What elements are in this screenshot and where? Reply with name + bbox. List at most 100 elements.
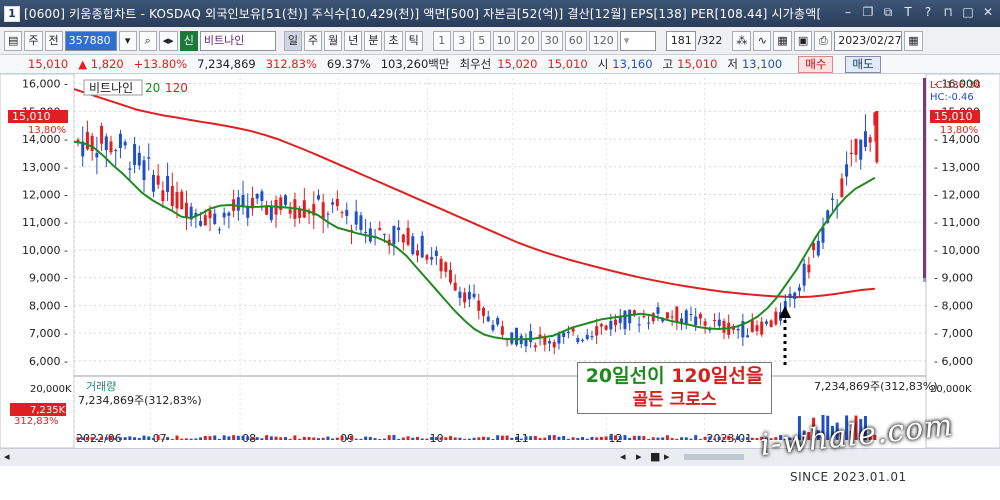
candle-body	[208, 210, 212, 219]
chart-toolbar: ▤ 주 전 357880 ▾ ⌕ ◂▸ 신 비트나인 일 주 월 년 분 초 틱…	[0, 27, 1000, 55]
legend-ma120: 120	[165, 81, 188, 95]
hc-label: HC:-0.46	[930, 92, 974, 103]
minute-120[interactable]: 120	[588, 30, 618, 51]
chart-menu-icon[interactable]: ▤	[4, 30, 23, 51]
candle-body	[595, 326, 599, 336]
minute-20[interactable]: 20	[516, 30, 539, 51]
candle-body	[816, 240, 820, 256]
volume-bar	[298, 438, 302, 440]
volume-bar	[227, 436, 231, 440]
volume-bar	[519, 438, 523, 440]
sell-button[interactable]: 매도	[845, 55, 881, 73]
maximize-icon[interactable]: □	[960, 4, 976, 20]
pin-icon[interactable]: ⊓	[940, 4, 956, 20]
restore-icon[interactable]: ❐	[860, 4, 876, 20]
volume-bar	[151, 438, 155, 440]
window-number[interactable]: 1	[4, 5, 20, 22]
minute-5[interactable]: 5	[472, 30, 491, 51]
candle-body	[458, 291, 462, 298]
search-icon[interactable]: ⌕	[138, 30, 157, 51]
candle-body	[604, 325, 608, 330]
candle-body	[482, 307, 486, 316]
volume-bar	[236, 435, 240, 440]
minute-30[interactable]: 30	[540, 30, 563, 51]
code-dropdown-icon[interactable]: ▾	[118, 30, 137, 51]
scroll-left-icon[interactable]: ◂	[4, 450, 10, 463]
font-icon[interactable]: T	[900, 4, 916, 20]
low-label: 저	[727, 57, 738, 71]
price-chart[interactable]: 16,000 -15,000 -14,000 -13,000 -12,000 -…	[0, 73, 1000, 454]
lc-label: LC:136.38	[930, 80, 981, 91]
volume-bar	[510, 437, 514, 440]
count-input[interactable]: 181	[665, 30, 696, 51]
buy-button[interactable]: 매수	[798, 55, 834, 73]
candle-body	[128, 168, 132, 170]
minute-60[interactable]: 60	[564, 30, 587, 51]
period-minute[interactable]: 분	[364, 30, 383, 51]
high-label: 고	[662, 57, 674, 71]
volume-bar	[217, 438, 221, 440]
stop-icon[interactable]: ■	[650, 450, 660, 463]
period-day[interactable]: 일	[283, 30, 302, 51]
volume-bar	[665, 435, 669, 440]
candle-body	[515, 327, 519, 345]
drag-icon[interactable]: ⁂	[732, 30, 752, 51]
volume-bar	[335, 437, 339, 440]
volume-bar	[736, 436, 740, 440]
sound-icon[interactable]: ◂▸	[158, 30, 178, 51]
y-tick-right: - 6,000	[934, 355, 973, 368]
calendar-icon[interactable]: ▦	[904, 30, 923, 51]
candle-body	[100, 125, 104, 144]
mode-select-1[interactable]: 주	[24, 30, 43, 51]
help-icon[interactable]: ?	[920, 4, 936, 20]
period-tick[interactable]: 틱	[404, 30, 423, 51]
zoom-slider[interactable]	[684, 454, 744, 460]
minute-1[interactable]: 1	[432, 30, 451, 51]
volume-bar	[661, 437, 665, 440]
candle-body	[760, 321, 764, 335]
volume-text-left: 7,234,869주(312,83%)	[78, 394, 202, 407]
period-year[interactable]: 년	[344, 30, 363, 51]
volume-bar	[425, 438, 429, 440]
candle-body	[854, 138, 858, 155]
indicator-icon[interactable]: ∿	[753, 30, 772, 51]
tile-icon[interactable]: ⧉	[880, 4, 896, 20]
grid-icon[interactable]: ▦	[773, 30, 792, 51]
minute-10[interactable]: 10	[492, 30, 515, 51]
candle-body	[585, 334, 589, 339]
volume-bar	[288, 438, 292, 440]
current-price-label-right: 15,010	[934, 110, 973, 123]
volume-bar	[302, 436, 306, 440]
close-icon[interactable]: ✕	[980, 4, 996, 20]
candle-body	[420, 235, 424, 258]
print-icon[interactable]: ⎙	[814, 30, 833, 51]
play-back-icon[interactable]: ◂	[620, 450, 626, 463]
period-week[interactable]: 주	[303, 30, 323, 51]
candle-body	[463, 292, 467, 303]
volume-bar	[354, 438, 358, 440]
volume-bar	[741, 438, 745, 440]
y-tick-left: 16,000 -	[22, 78, 68, 91]
turnover-rate: 69.37%	[326, 57, 371, 71]
period-second[interactable]: 초	[384, 30, 403, 51]
date-input[interactable]: 2023/02/27	[834, 30, 903, 51]
volume-bar	[147, 436, 151, 440]
candle-body-last	[875, 111, 879, 163]
mode-select-2[interactable]: 전	[44, 30, 63, 51]
volume-bar	[104, 437, 108, 440]
custom-period-select[interactable]: ▾	[619, 30, 656, 51]
candle-body	[769, 320, 773, 328]
play-forward-icon[interactable]: ▸	[636, 450, 642, 463]
volume-bar	[458, 437, 462, 440]
minute-3[interactable]: 3	[452, 30, 471, 51]
volume-bar	[557, 436, 561, 440]
period-month[interactable]: 월	[324, 30, 343, 51]
stock-code-input[interactable]: 357880	[64, 30, 117, 51]
volume-bar	[189, 438, 193, 440]
minimize-icon[interactable]: –	[840, 4, 856, 20]
volume-bar	[166, 437, 170, 440]
scroll-right-icon[interactable]: ▸	[664, 450, 670, 463]
save-icon[interactable]: ▣	[793, 30, 813, 51]
chart-canvas[interactable]: 16,000 -15,000 -14,000 -13,000 -12,000 -…	[0, 73, 1000, 449]
volume-bar	[496, 435, 500, 440]
